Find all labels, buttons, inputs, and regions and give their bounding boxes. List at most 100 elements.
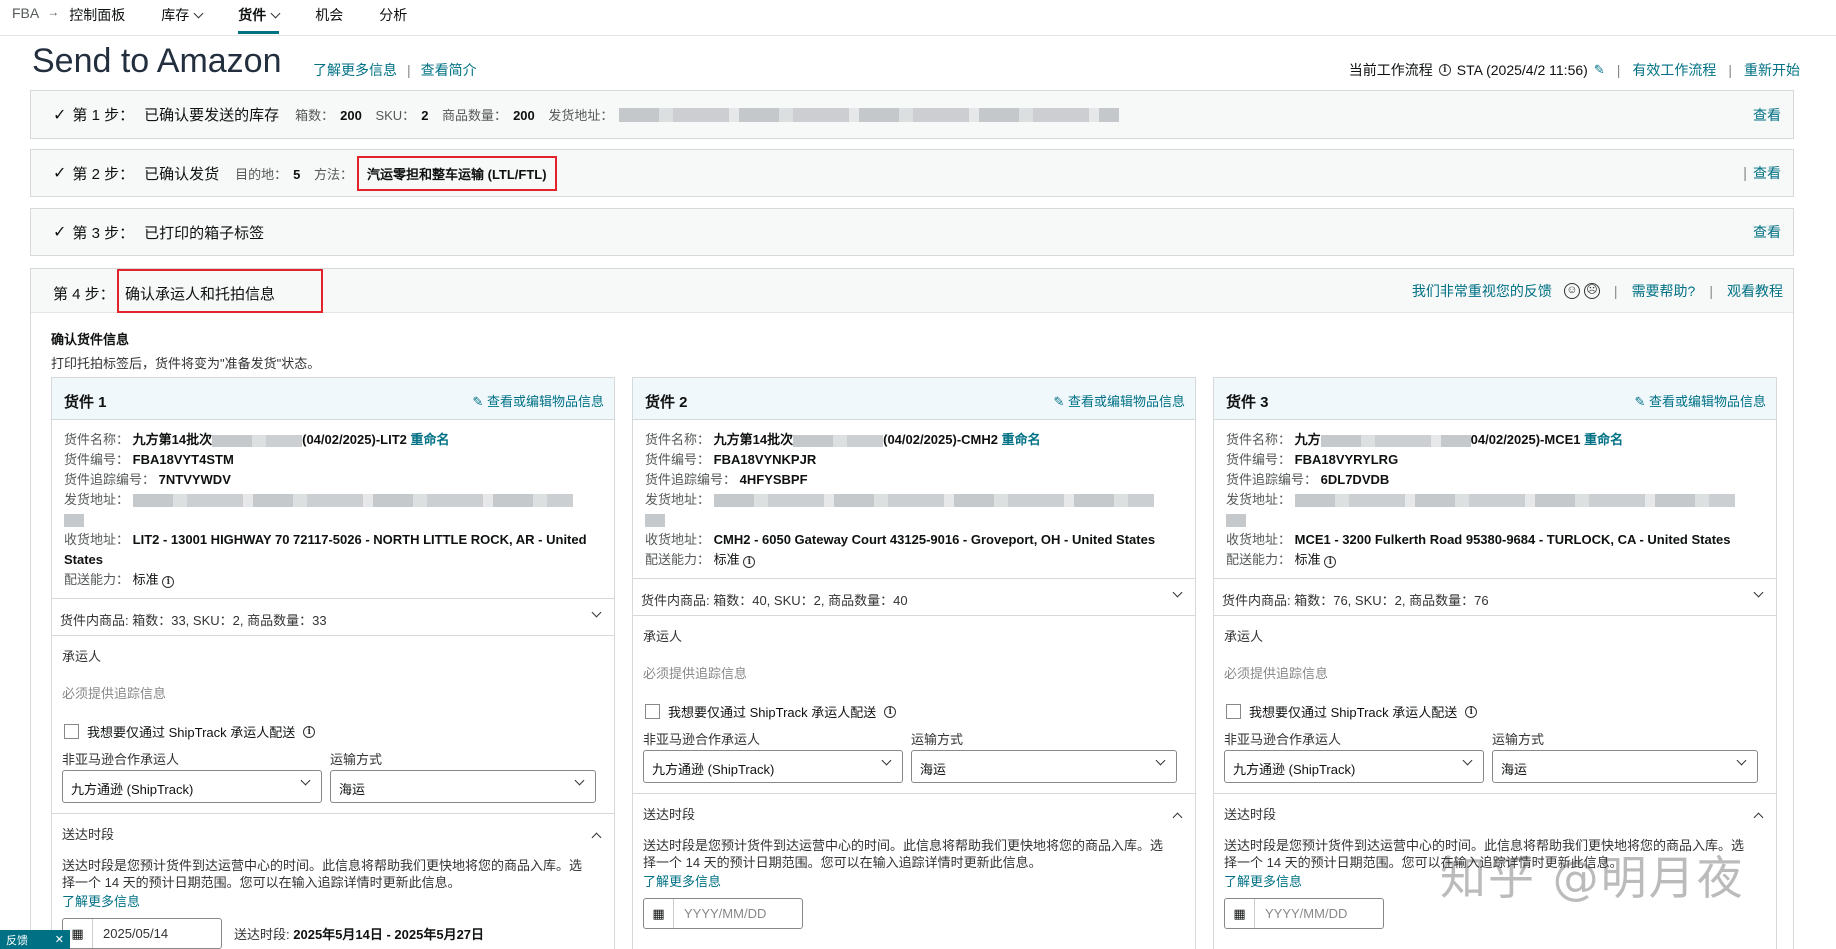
info-icon[interactable]: i: [743, 556, 756, 568]
field-key: 发货地址：: [645, 492, 711, 507]
select-value: 九方通逊 (ShipTrack): [652, 762, 775, 777]
frown-icon[interactable]: ☹: [1583, 283, 1600, 299]
mode-select[interactable]: 海运: [1492, 750, 1758, 783]
nav-root[interactable]: FBA: [12, 5, 39, 21]
step-4-header: 第 4 步： 确认承运人和托拍信息 我们非常重视您的反馈 ☺ ☹ | 需要帮助?…: [31, 269, 1793, 313]
step-1-view-link[interactable]: 查看: [1753, 105, 1781, 125]
calendar-icon[interactable]: ▦: [1225, 899, 1255, 928]
field-key: 发货地址：: [1226, 492, 1292, 507]
date-placeholder: YYYY/MM/DD: [1265, 906, 1348, 921]
nav-dashboard[interactable]: 控制面板: [69, 5, 125, 25]
meta-key: 商品数量：: [442, 108, 508, 123]
checkbox-label: 我想要仅通过 ShipTrack 承运人配送: [87, 725, 296, 740]
learn-more-link[interactable]: 了解更多信息: [62, 894, 140, 909]
step-4-actions: 我们非常重视您的反馈 ☺ ☹ | 需要帮助? | 观看教程: [1412, 281, 1783, 301]
info-icon[interactable]: i: [1465, 705, 1478, 718]
shiptrack-checkbox[interactable]: [1226, 704, 1241, 719]
learn-more-link[interactable]: 了解更多信息: [1224, 874, 1302, 889]
step-label: 第 3 步：: [72, 224, 135, 242]
redacted-address: [64, 514, 84, 528]
date-input[interactable]: ▦ YYYY/MM/DD: [643, 898, 803, 929]
nav-opportunities[interactable]: 机会: [315, 5, 343, 25]
shipment-contents-toggle[interactable]: 货件内商品: 箱数：33, SKU：2, 商品数量：33: [52, 598, 614, 636]
chevron-down-icon: [1172, 587, 1183, 598]
check-icon: ✓: [53, 106, 67, 124]
redacted-address: [619, 107, 1120, 122]
field-key: 收货地址：: [645, 532, 711, 547]
field-key: 配送能力：: [64, 572, 130, 587]
nav-analytics[interactable]: 分析: [379, 5, 407, 25]
shipment-id: FBA18VYRYLRG: [1294, 452, 1399, 467]
carrier-label: 承运人: [62, 649, 102, 664]
title-links: 了解更多信息 | 查看简介: [313, 60, 477, 80]
carrier-select[interactable]: 九方通逊 (ShipTrack): [62, 770, 322, 803]
edit-label: 查看或编辑物品信息: [1067, 394, 1185, 409]
info-icon[interactable]: i: [1324, 556, 1337, 568]
redacted-text: [793, 434, 884, 447]
date-input[interactable]: ▦ 2025/05/14: [62, 918, 222, 949]
field-label: 运输方式: [1492, 732, 1545, 747]
active-workflows-link[interactable]: 有效工作流程: [1632, 60, 1716, 80]
ship-to-address: MCE1 - 3200 Fulkerth Road 95380-9684 - T…: [1294, 532, 1731, 547]
shiptrack-checkbox[interactable]: [645, 704, 660, 719]
calendar-icon[interactable]: ▦: [644, 899, 674, 928]
nav-label: 机会: [315, 7, 344, 23]
chevron-down-icon: [591, 607, 602, 618]
feedback-link[interactable]: 我们非常重视您的反馈: [1412, 281, 1552, 301]
field-label: 非亚马逊合作承运人: [1224, 732, 1342, 747]
shipment-contents-toggle[interactable]: 货件内商品: 箱数：40, SKU：2, 商品数量：40: [633, 578, 1195, 616]
delivery-window-section: 送达时段 送达时段是您预计货件到达运营中心的时间。此信息将帮助我们更快地将您的商…: [52, 814, 614, 949]
edit-items-link[interactable]: ✎ 查看或编辑物品信息: [1634, 391, 1766, 410]
info-icon[interactable]: i: [162, 576, 175, 588]
window-title: 送达时段: [62, 827, 115, 842]
field-key: 货件名称：: [645, 432, 711, 447]
meta-value: 200: [340, 108, 362, 123]
shiptrack-checkbox[interactable]: [64, 724, 79, 739]
rename-link[interactable]: 重命名: [1002, 432, 1041, 447]
method-value: 汽运零担和整车运输 (LTL/FTL): [357, 155, 557, 191]
shipment-contents-toggle[interactable]: 货件内商品: 箱数：76, SKU：2, 商品数量：76: [1214, 578, 1776, 616]
mode-select[interactable]: 海运: [330, 770, 596, 803]
step-2-view-link[interactable]: 查看: [1753, 163, 1781, 183]
confirm-subtitle: 打印托拍标签后，货件将变为"准备发货"状态。: [51, 356, 321, 371]
meta-key: 目的地：: [235, 166, 288, 182]
info-icon[interactable]: i: [1438, 64, 1451, 76]
shipment-info: 货件名称： 九方第14批次 (04/02/2025)-CMH2 重命名 货件编号：…: [633, 420, 1195, 578]
edit-items-link[interactable]: ✎ 查看或编辑物品信息: [1053, 391, 1185, 410]
field-key: 收货地址：: [1226, 532, 1292, 547]
step-meta: 目的地： 5 方法：: [235, 164, 353, 183]
shipment-name-suffix: (04/02/2025)-LIT2: [302, 432, 407, 447]
carrier-select[interactable]: 九方通逊 (ShipTrack): [1224, 750, 1484, 783]
view-summary-link[interactable]: 查看简介: [421, 62, 477, 78]
mode-select[interactable]: 海运: [911, 750, 1177, 783]
date-input[interactable]: ▦ YYYY/MM/DD: [1224, 898, 1384, 929]
smile-icon[interactable]: ☺: [1563, 283, 1580, 299]
rename-link[interactable]: 重命名: [411, 432, 450, 447]
chevron-down-icon: [1736, 755, 1747, 766]
shipment-card-1: 货件 1 ✎ 查看或编辑物品信息 货件名称： 九方第14批次 (04/02/202…: [51, 377, 615, 949]
carrier-select[interactable]: 九方通逊 (ShipTrack): [643, 750, 903, 783]
edit-items-link[interactable]: ✎ 查看或编辑物品信息: [472, 391, 604, 410]
shipment-header: 货件 1 ✎ 查看或编辑物品信息: [52, 378, 614, 420]
learn-more-link[interactable]: 了解更多信息: [313, 62, 397, 78]
rename-link[interactable]: 重命名: [1584, 432, 1623, 447]
nav-shipments[interactable]: 货件: [238, 5, 281, 34]
divider: |: [1709, 283, 1713, 299]
tracking-required-note: 必须提供追踪信息: [62, 686, 167, 701]
tutorial-link[interactable]: 观看教程: [1727, 281, 1783, 301]
window-description: 送达时段是您预计货件到达运营中心的时间。此信息将帮助我们更快地将您的商品入库。选…: [1224, 838, 1745, 870]
nav-inventory[interactable]: 库存: [161, 5, 204, 25]
divider: |: [1613, 283, 1618, 299]
feedback-tab[interactable]: 反馈 ✕: [0, 930, 70, 949]
restart-link[interactable]: 重新开始: [1744, 60, 1800, 80]
pencil-icon[interactable]: ✎: [1594, 62, 1605, 78]
close-icon[interactable]: ✕: [55, 933, 64, 946]
step-label: 第 2 步：: [72, 165, 135, 183]
help-link[interactable]: 需要帮助?: [1632, 281, 1696, 301]
step-3-view-link[interactable]: 查看: [1753, 222, 1781, 242]
info-icon[interactable]: i: [303, 725, 316, 738]
info-icon[interactable]: i: [884, 705, 897, 718]
check-icon: ✓: [53, 165, 67, 182]
learn-more-link[interactable]: 了解更多信息: [643, 874, 721, 889]
contents-summary: 货件内商品: 箱数：40, SKU：2, 商品数量：40: [641, 593, 908, 608]
